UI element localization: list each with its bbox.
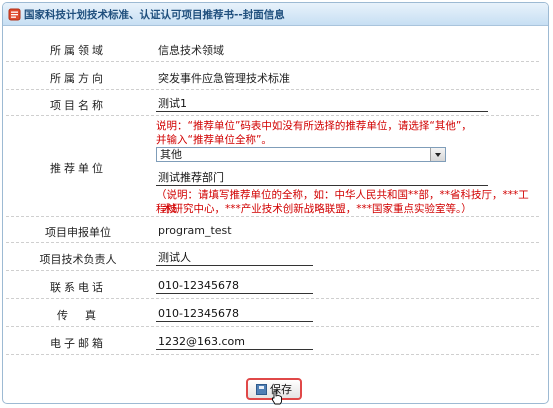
phone-input[interactable] [156, 278, 313, 294]
row-applicant-unit: 项目申报单位 program_test [6, 217, 539, 243]
recommender-label: 推荐单位 [50, 162, 106, 175]
row-phone: 联系电话 [6, 271, 539, 299]
hand-cursor-icon [271, 390, 283, 408]
applicant-unit-label: 项目申报单位 [45, 226, 111, 239]
row-direction: 所属方向 突发事件应急管理技术标准 [6, 62, 539, 90]
document-icon [8, 8, 21, 21]
form-area: 所属领域 信息技术领域 所属方向 突发事件应急管理技术标准 项目名称 说明：“推… [6, 29, 539, 355]
row-project-name: 项目名称 [6, 90, 539, 116]
recommender-select[interactable]: 其他 [156, 147, 446, 162]
row-domain: 所属领域 信息技术领域 [6, 29, 539, 62]
domain-label: 所属领域 [50, 44, 106, 57]
fax-input[interactable] [156, 306, 313, 322]
recommender-hint-line2: 术研究中心，***产业技术创新战略联盟，***国家重点实验室等。） [162, 203, 472, 215]
direction-value: 突发事件应急管理技术标准 [158, 72, 290, 85]
domain-value: 信息技术领域 [158, 44, 224, 57]
row-recommender: 说明：“推荐单位”码表中如没有所选择的推荐单位，请选择“其他”， 并输入“推荐单… [6, 116, 539, 217]
row-tech-lead: 项目技术负责人 [6, 243, 539, 271]
window-title: 国家科技计划技术标准、认证认可项目推荐书--封面信息 [24, 8, 285, 21]
recommender-note-line1: 说明：“推荐单位”码表中如没有所选择的推荐单位，请选择“其他”， [156, 120, 472, 132]
email-input[interactable] [156, 334, 313, 350]
recommender-name-input[interactable] [156, 170, 488, 186]
email-label: 电子邮箱 [50, 337, 106, 350]
direction-label: 所属方向 [50, 72, 106, 85]
fax-label: 传 真 [57, 309, 99, 322]
title-bar: 国家科技计划技术标准、认证认可项目推荐书--封面信息 [3, 3, 548, 26]
phone-label: 联系电话 [50, 281, 106, 294]
save-icon [256, 383, 267, 395]
row-fax: 传 真 [6, 299, 539, 327]
row-email: 电子邮箱 [6, 327, 539, 355]
chevron-down-icon[interactable] [430, 148, 445, 161]
tech-lead-input[interactable] [156, 250, 313, 266]
recommender-select-value: 其他 [160, 148, 182, 161]
applicant-unit-value: program_test [158, 224, 232, 237]
recommender-note-line2: 并输入“推荐单位全称”。 [156, 134, 272, 146]
project-name-label: 项目名称 [50, 99, 106, 112]
tech-lead-label: 项目技术负责人 [39, 253, 117, 266]
project-name-input[interactable] [156, 96, 488, 112]
